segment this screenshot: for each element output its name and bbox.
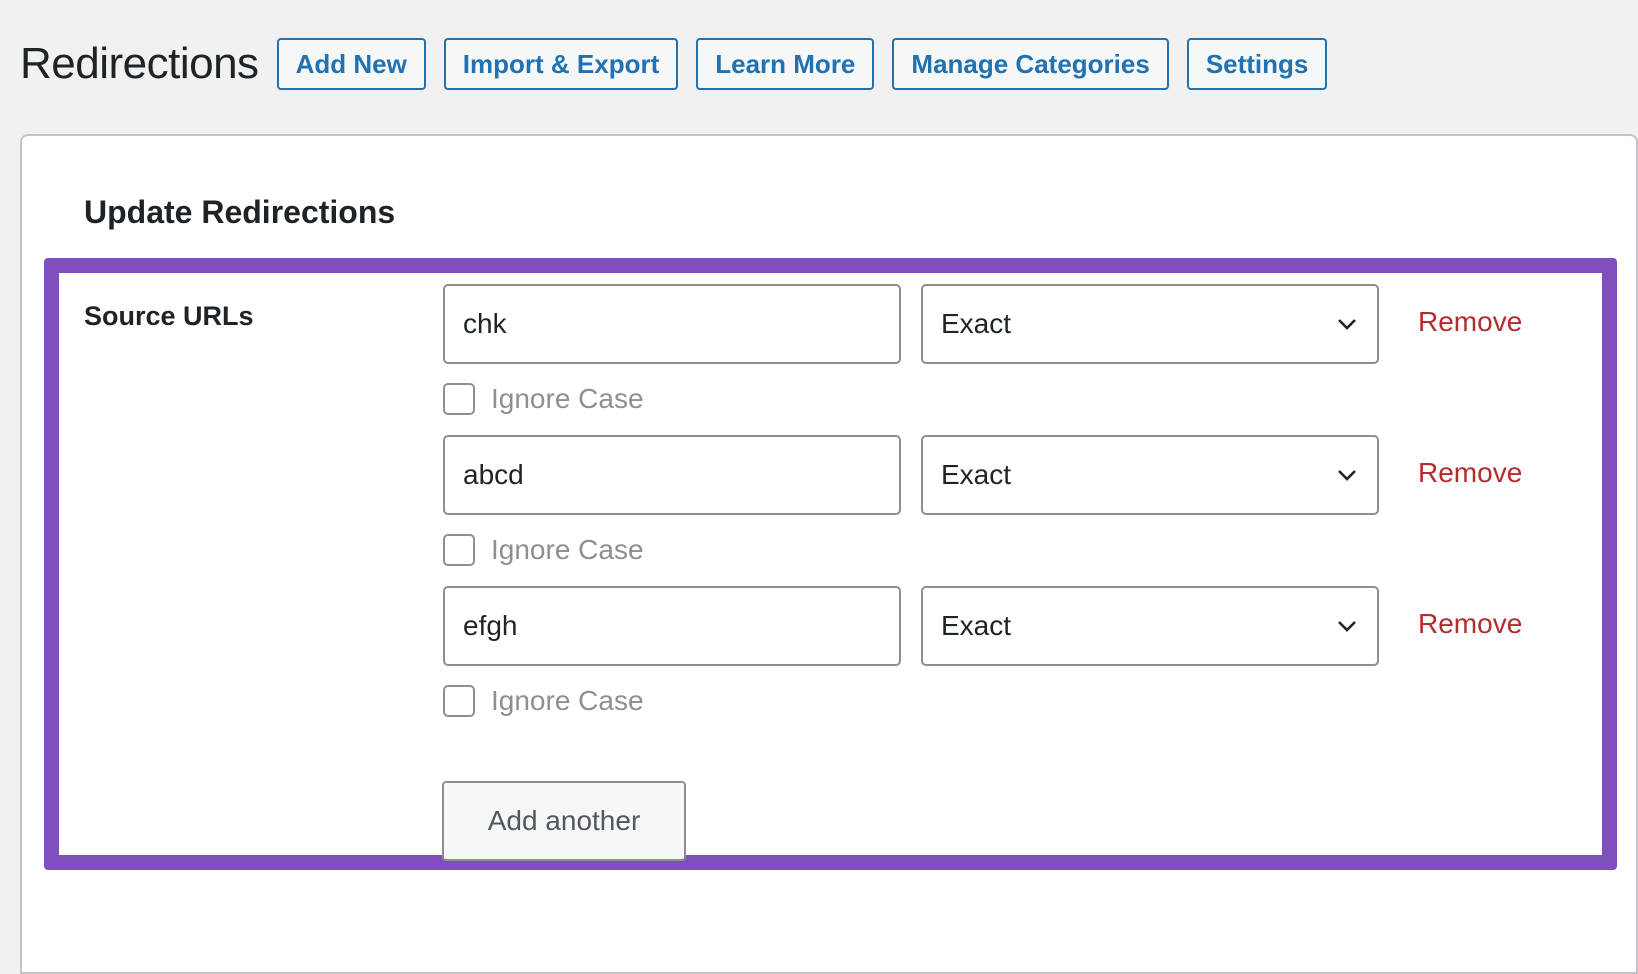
ignore-case-checkbox[interactable] [443, 685, 475, 717]
ignore-case-label: Ignore Case [491, 534, 644, 565]
learn-more-button[interactable]: Learn More [696, 38, 875, 90]
page-title: Redirections [20, 39, 259, 88]
remove-link[interactable]: Remove [1418, 306, 1522, 338]
source-urls-highlight: Source URLs Exact Remove Ignore Case Exa… [44, 258, 1617, 870]
add-another-button[interactable]: Add another [442, 781, 686, 861]
match-type-select[interactable]: Exact [921, 435, 1379, 515]
import-export-button[interactable]: Import & Export [443, 38, 679, 90]
ignore-case-row: Ignore Case [443, 683, 644, 719]
source-url-input[interactable] [443, 435, 901, 515]
source-url-row: Exact Remove [443, 284, 1543, 364]
settings-button[interactable]: Settings [1186, 38, 1328, 90]
ignore-case-label: Ignore Case [491, 685, 644, 716]
remove-link[interactable]: Remove [1418, 457, 1522, 489]
match-type-value: Exact [941, 459, 1012, 490]
match-type-value: Exact [941, 308, 1012, 339]
source-url-row: Exact Remove [443, 435, 1543, 515]
source-urls-label: Source URLs [84, 301, 254, 331]
source-url-input[interactable] [443, 586, 901, 666]
chevron-down-icon [1338, 621, 1356, 632]
ignore-case-row: Ignore Case [443, 532, 644, 568]
match-type-value: Exact [941, 610, 1012, 641]
source-url-row: Exact Remove [443, 586, 1543, 666]
chevron-down-icon [1338, 319, 1356, 330]
ignore-case-label: Ignore Case [491, 383, 644, 414]
source-url-input[interactable] [443, 284, 901, 364]
update-redirections-card: Update Redirections Source URLs Exact Re… [20, 134, 1638, 974]
ignore-case-checkbox[interactable] [443, 534, 475, 566]
add-new-button[interactable]: Add New [276, 38, 426, 90]
manage-categories-button[interactable]: Manage Categories [892, 38, 1169, 90]
section-title: Update Redirections [84, 194, 396, 230]
match-type-select[interactable]: Exact [921, 284, 1379, 364]
page-header: Redirections Add New Import & Export Lea… [20, 38, 1345, 90]
match-type-select[interactable]: Exact [921, 586, 1379, 666]
remove-link[interactable]: Remove [1418, 608, 1522, 640]
ignore-case-row: Ignore Case [443, 381, 644, 417]
ignore-case-checkbox[interactable] [443, 383, 475, 415]
chevron-down-icon [1338, 470, 1356, 481]
